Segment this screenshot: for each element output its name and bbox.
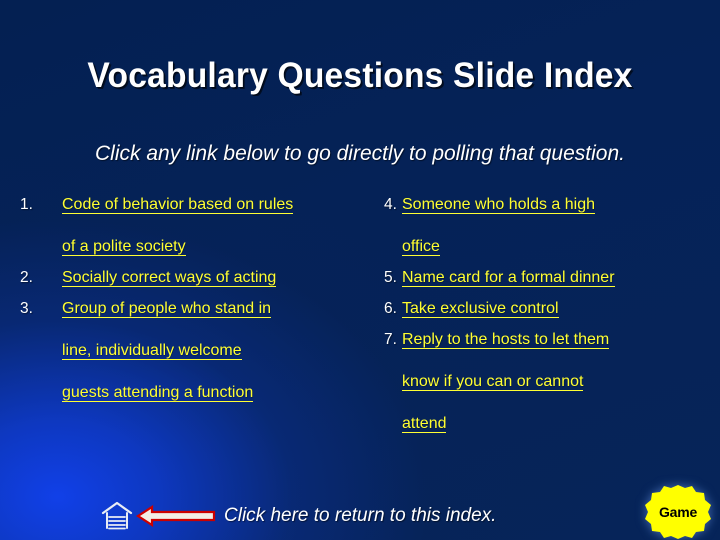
question-number: 1. [20,196,33,213]
question-link-line[interactable]: know if you can or cannot [402,369,704,395]
question-item: 6. Take exclusive control [380,296,710,322]
question-link-line[interactable]: Reply to the hosts to let them [402,327,704,353]
game-badge[interactable]: Game [645,484,711,540]
question-link-text: Code of behavior based on rules [62,196,294,214]
question-link[interactable]: Group of people who stand in line, indivi… [62,296,384,406]
slide-canvas: Vocabulary Questions Slide Index Click a… [0,0,720,540]
return-to-index-bar[interactable]: Click here to return to this index. [100,498,496,534]
question-item: 4. Someone who holds a high office [380,192,710,260]
question-item: 5. Name card for a formal dinner [380,265,710,291]
question-link-text: know if you can or cannot [402,373,584,391]
question-link[interactable]: Name card for a formal dinner [402,265,704,291]
question-link-line[interactable]: Socially correct ways of acting [62,265,384,291]
question-link-line[interactable]: Take exclusive control [402,296,704,322]
question-number: 4. [384,196,397,213]
question-link-text: Name card for a formal dinner [402,269,615,287]
question-link-text: Take exclusive control [402,300,559,318]
question-link-text: office [402,238,440,256]
question-link-line[interactable]: guests attending a function [62,380,384,406]
question-link-text: line, individually welcome [62,342,242,360]
question-link-text: Reply to the hosts to let them [402,331,610,349]
question-link[interactable]: Code of behavior based on rules of a poli… [62,192,384,260]
question-link[interactable]: Take exclusive control [402,296,704,322]
question-link-line[interactable]: Code of behavior based on rules [62,192,384,218]
question-link[interactable]: Socially correct ways of acting [62,265,384,291]
starburst-badge-icon [645,485,711,539]
question-link-text: Group of people who stand in [62,300,272,318]
question-link[interactable]: Reply to the hosts to let them know if yo… [402,327,704,437]
question-link-line[interactable]: line, individually welcome [62,338,384,364]
question-link[interactable]: Someone who holds a high office [402,192,704,260]
right-question-column: 4. Someone who holds a high office 5. Name c… [380,192,710,442]
question-link-line[interactable]: of a polite society [62,234,384,260]
question-link-text: guests attending a function [62,384,254,402]
left-question-column: 1. Code of behavior based on rules of a po… [14,192,384,411]
question-item: 2. Socially correct ways of acting [14,265,384,291]
left-arrow-icon[interactable] [134,505,216,527]
question-link-text: Socially correct ways of acting [62,269,277,287]
question-number: 7. [384,331,397,348]
question-link-line[interactable]: Someone who holds a high [402,192,704,218]
question-link-text: attend [402,415,447,433]
slide-subtitle: Click any link below to go directly to p… [95,142,625,165]
question-number: 5. [384,269,397,286]
question-link-line[interactable]: Name card for a formal dinner [402,265,704,291]
question-link-line[interactable]: attend [402,411,704,437]
question-link-line[interactable]: office [402,234,704,260]
page-title: Vocabulary Questions Slide Index [87,56,633,95]
question-link-text: Someone who holds a high [402,196,596,214]
question-link-line[interactable]: Group of people who stand in [62,296,384,322]
question-number: 3. [20,300,33,317]
question-item: 3. Group of people who stand in line, indi… [14,296,384,406]
return-to-index-label: Click here to return to this index. [224,505,497,526]
question-number: 2. [20,269,33,286]
home-icon[interactable] [100,501,134,531]
question-item: 1. Code of behavior based on rules of a po… [14,192,384,260]
question-link-text: of a polite society [62,238,186,256]
question-item: 7. Reply to the hosts to let them know if … [380,327,710,437]
question-number: 6. [384,300,397,317]
